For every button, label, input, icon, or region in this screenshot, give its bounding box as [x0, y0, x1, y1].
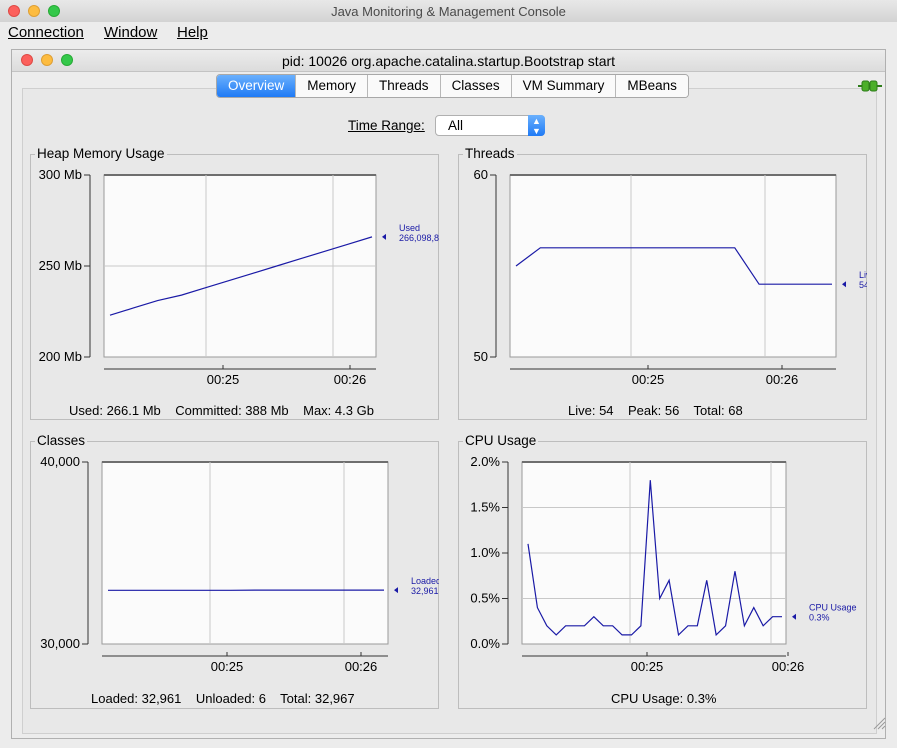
heap-ytick-label-0: 300 Mb	[39, 167, 82, 182]
cpu-chart: 2.0% 1.5% 1.0% 0.5% 0.0% 00:25 00:26 CPU Usage0…	[458, 447, 867, 687]
tab-vm-summary[interactable]: VM Summary	[512, 75, 617, 97]
cpu-ytick-label-3: 0.5%	[470, 591, 500, 606]
menu-window[interactable]: Window	[104, 24, 157, 41]
threads-chart: 60 50 00:25 00:26 Live threads54	[458, 160, 867, 400]
heap-footer: Used: 266.1 Mb Committed: 388 Mb Max: 4.…	[69, 403, 374, 418]
classes-chart: 40,000 30,000 00:25 00:26 Loaded32,961	[30, 447, 439, 687]
classes-ytick-label-0: 40,000	[40, 454, 80, 469]
connection-frame-title: pid: 10026 org.apache.catalina.startup.B…	[12, 53, 885, 69]
tab-overview[interactable]: Overview	[217, 75, 296, 97]
classes-plot-area	[102, 462, 388, 644]
classes-panel-title: Classes	[35, 433, 87, 448]
heap-xtick-label-0: 00:25	[207, 372, 240, 387]
heap-max: Max: 4.3 Gb	[303, 403, 374, 418]
menu-bar: Connection Window Help	[0, 22, 897, 44]
cpu-ytick-label-0: 2.0%	[470, 454, 500, 469]
cpu-ytick-label-2: 1.0%	[470, 545, 500, 560]
threads-panel-title: Threads	[463, 146, 517, 161]
classes-legend-text-1: 32,961	[411, 586, 439, 596]
tab-mbeans[interactable]: MBeans	[616, 75, 688, 97]
heap-ytick-label-1: 250 Mb	[39, 258, 82, 273]
classes-footer: Loaded: 32,961 Unloaded: 6 Total: 32,967	[91, 691, 355, 706]
window-title: Java Monitoring & Management Console	[0, 4, 897, 19]
chevron-updown-icon: ▲▼	[528, 115, 545, 136]
classes-unloaded: Unloaded: 6	[196, 691, 266, 706]
threads-xtick-label-0: 00:25	[632, 372, 665, 387]
classes-legend-text-0: Loaded	[411, 576, 439, 586]
classes-xtick-label-0: 00:25	[211, 659, 244, 674]
threads-plot-area	[510, 175, 836, 357]
heap-chart: 300 Mb 250 Mb 200 Mb 00:25 00:26 Used266,098,…	[30, 160, 439, 400]
heap-legend-text-1: 266,098,896	[399, 233, 439, 243]
cpu-ytick-label-1: 1.5%	[470, 500, 500, 515]
classes-loaded: Loaded: 32,961	[91, 691, 181, 706]
threads-ytick-label-1: 50	[474, 349, 488, 364]
heap-xtick-label-1: 00:26	[334, 372, 367, 387]
heap-ytick-label-2: 200 Mb	[39, 349, 82, 364]
heap-committed: Committed: 388 Mb	[175, 403, 288, 418]
menu-help[interactable]: Help	[177, 24, 208, 41]
cpu-usage: CPU Usage: 0.3%	[611, 691, 717, 706]
threads-peak: Peak: 56	[628, 403, 679, 418]
time-range-label: Time Range:	[348, 118, 425, 133]
tab-memory[interactable]: Memory	[296, 75, 368, 97]
connection-frame-titlebar: pid: 10026 org.apache.catalina.startup.B…	[12, 50, 885, 72]
threads-live: Live: 54	[568, 403, 614, 418]
heap-legend-marker	[382, 234, 386, 240]
cpu-xtick-label-0: 00:25	[631, 659, 664, 674]
tab-bar: Overview Memory Threads Classes VM Summa…	[216, 74, 689, 98]
threads-legend-marker	[842, 281, 846, 287]
threads-legend-text-1: 54	[859, 280, 867, 290]
window-titlebar: Java Monitoring & Management Console	[0, 0, 897, 23]
resize-grip-icon[interactable]	[872, 716, 886, 730]
threads-legend-text-0: Live threads	[859, 270, 867, 280]
heap-panel-title: Heap Memory Usage	[35, 146, 167, 161]
heap-legend-text-0: Used	[399, 223, 420, 233]
threads-total: Total: 68	[694, 403, 743, 418]
classes-ytick-label-1: 30,000	[40, 636, 80, 651]
cpu-xtick-label-1: 00:26	[772, 659, 805, 674]
tab-classes[interactable]: Classes	[441, 75, 512, 97]
threads-xtick-label-1: 00:26	[766, 372, 799, 387]
plug-connected-icon[interactable]	[858, 78, 882, 94]
cpu-ytick-label-4: 0.0%	[470, 636, 500, 651]
menu-connection[interactable]: Connection	[8, 24, 84, 41]
cpu-footer: CPU Usage: 0.3%	[611, 691, 717, 706]
cpu-legend-marker	[792, 614, 796, 620]
time-range-value: All	[448, 118, 463, 133]
tab-threads[interactable]: Threads	[368, 75, 441, 97]
cpu-legend-text-1: 0.3%	[809, 613, 830, 623]
time-range-select[interactable]: All ▲▼	[435, 115, 545, 136]
classes-legend-marker	[394, 587, 398, 593]
cpu-legend-text-0: CPU Usage	[809, 603, 857, 613]
threads-footer: Live: 54 Peak: 56 Total: 68	[568, 403, 743, 418]
heap-used: Used: 266.1 Mb	[69, 403, 161, 418]
classes-xtick-label-1: 00:26	[345, 659, 378, 674]
classes-total: Total: 32,967	[280, 691, 354, 706]
cpu-panel-title: CPU Usage	[463, 433, 538, 448]
threads-ytick-label-0: 60	[474, 167, 488, 182]
